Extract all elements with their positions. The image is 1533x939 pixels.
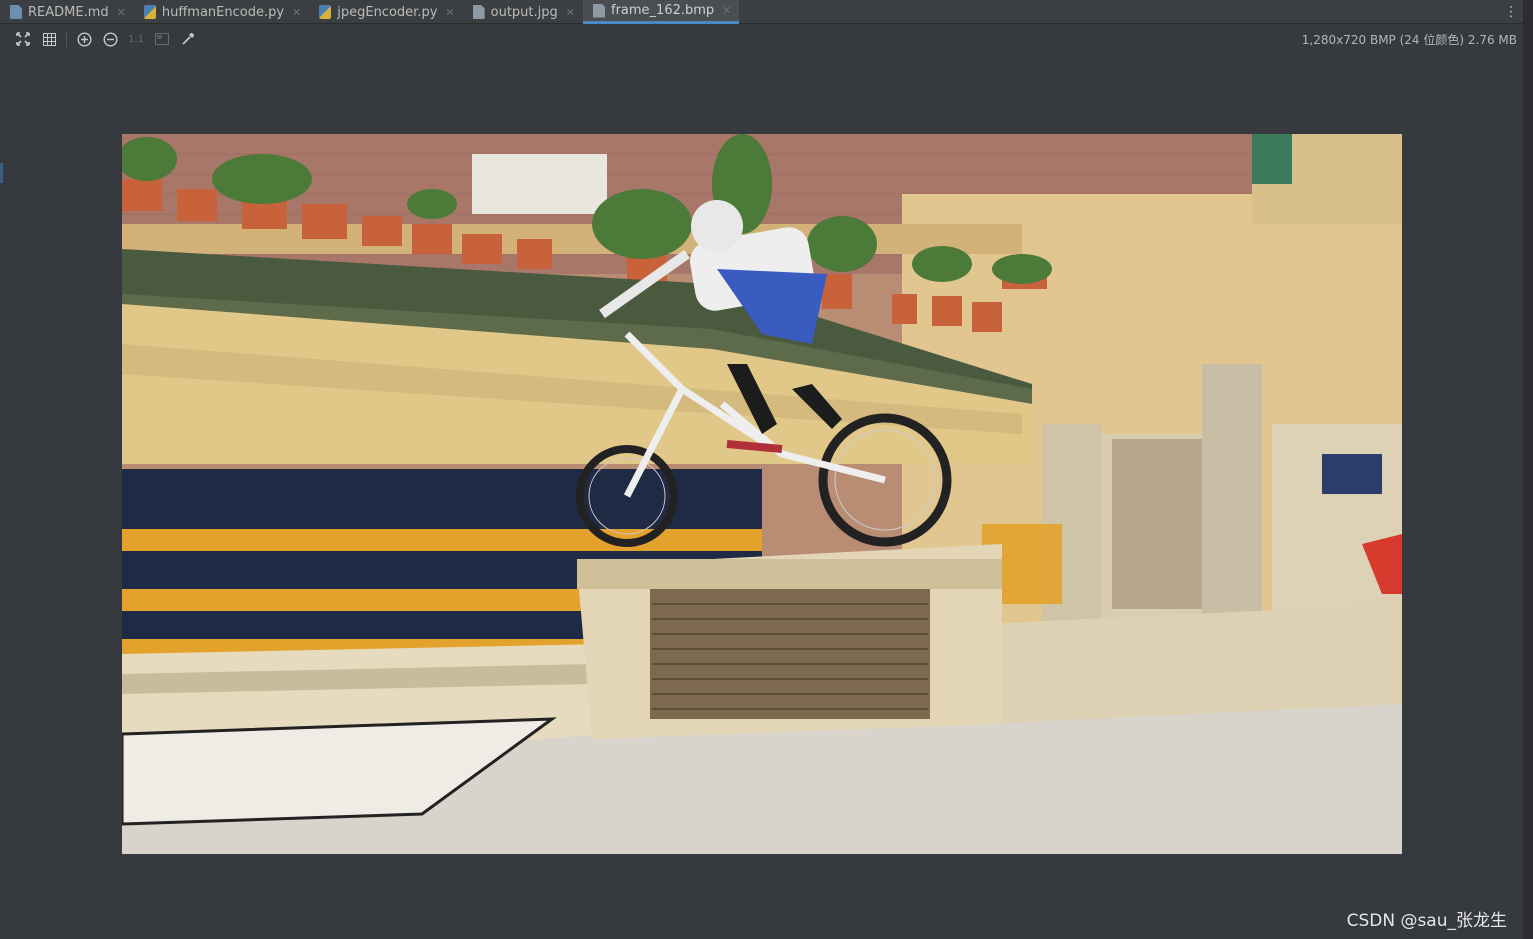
watermark: CSDN @sau_张龙生: [1346, 911, 1507, 931]
zoom-in-icon[interactable]: [71, 27, 97, 51]
tab-label: huffmanEncode.py: [161, 4, 285, 20]
actual-size-button[interactable]: 1:1: [123, 27, 149, 51]
color-picker-icon[interactable]: [175, 27, 201, 51]
displayed-image: [122, 134, 1402, 854]
tab-output-jpg[interactable]: output.jpg ✕: [463, 0, 583, 24]
image-file-icon: [472, 5, 485, 19]
close-icon[interactable]: ✕: [445, 6, 454, 19]
tab-label: README.md: [28, 4, 109, 20]
image-viewer-window: README.md ✕ huffmanEncode.py ✕ jpegEncod…: [0, 0, 1533, 939]
python-file-icon: [143, 5, 156, 19]
tab-jpeg-encoder[interactable]: jpegEncoder.py ✕: [309, 0, 462, 24]
tab-frame-162[interactable]: frame_162.bmp ✕: [583, 0, 740, 24]
image-canvas: CSDN @sau_张龙生: [0, 53, 1523, 939]
tab-huffman-encode[interactable]: huffmanEncode.py ✕: [134, 0, 309, 24]
fit-to-window-icon[interactable]: [10, 27, 36, 51]
close-icon[interactable]: ✕: [722, 4, 731, 17]
editor-tab-bar: README.md ✕ huffmanEncode.py ✕ jpegEncod…: [0, 0, 1523, 24]
gutter-marker: [0, 163, 3, 183]
tab-label: jpegEncoder.py: [337, 4, 438, 20]
more-options-icon[interactable]: ⋮: [1499, 0, 1523, 23]
image-info: 1,280x720 BMP (24 位颜色) 2.76 MB: [1301, 33, 1517, 47]
background-icon[interactable]: [149, 27, 175, 51]
python-file-icon: [319, 5, 332, 19]
close-icon[interactable]: ✕: [117, 6, 126, 19]
zoom-out-icon[interactable]: [97, 27, 123, 51]
markdown-file-icon: [10, 5, 22, 19]
tab-label: output.jpg: [490, 4, 558, 20]
toolbar-separator: [66, 31, 67, 47]
tab-readme[interactable]: README.md ✕: [0, 0, 134, 24]
tab-label: frame_162.bmp: [611, 3, 715, 18]
grid-icon[interactable]: [36, 27, 62, 51]
close-icon[interactable]: ✕: [292, 6, 301, 19]
close-icon[interactable]: ✕: [566, 6, 575, 19]
image-file-icon: [593, 3, 605, 18]
image-toolbar: 1:1 1,280x720 BMP (24 位颜色) 2.76 MB: [0, 25, 1523, 53]
